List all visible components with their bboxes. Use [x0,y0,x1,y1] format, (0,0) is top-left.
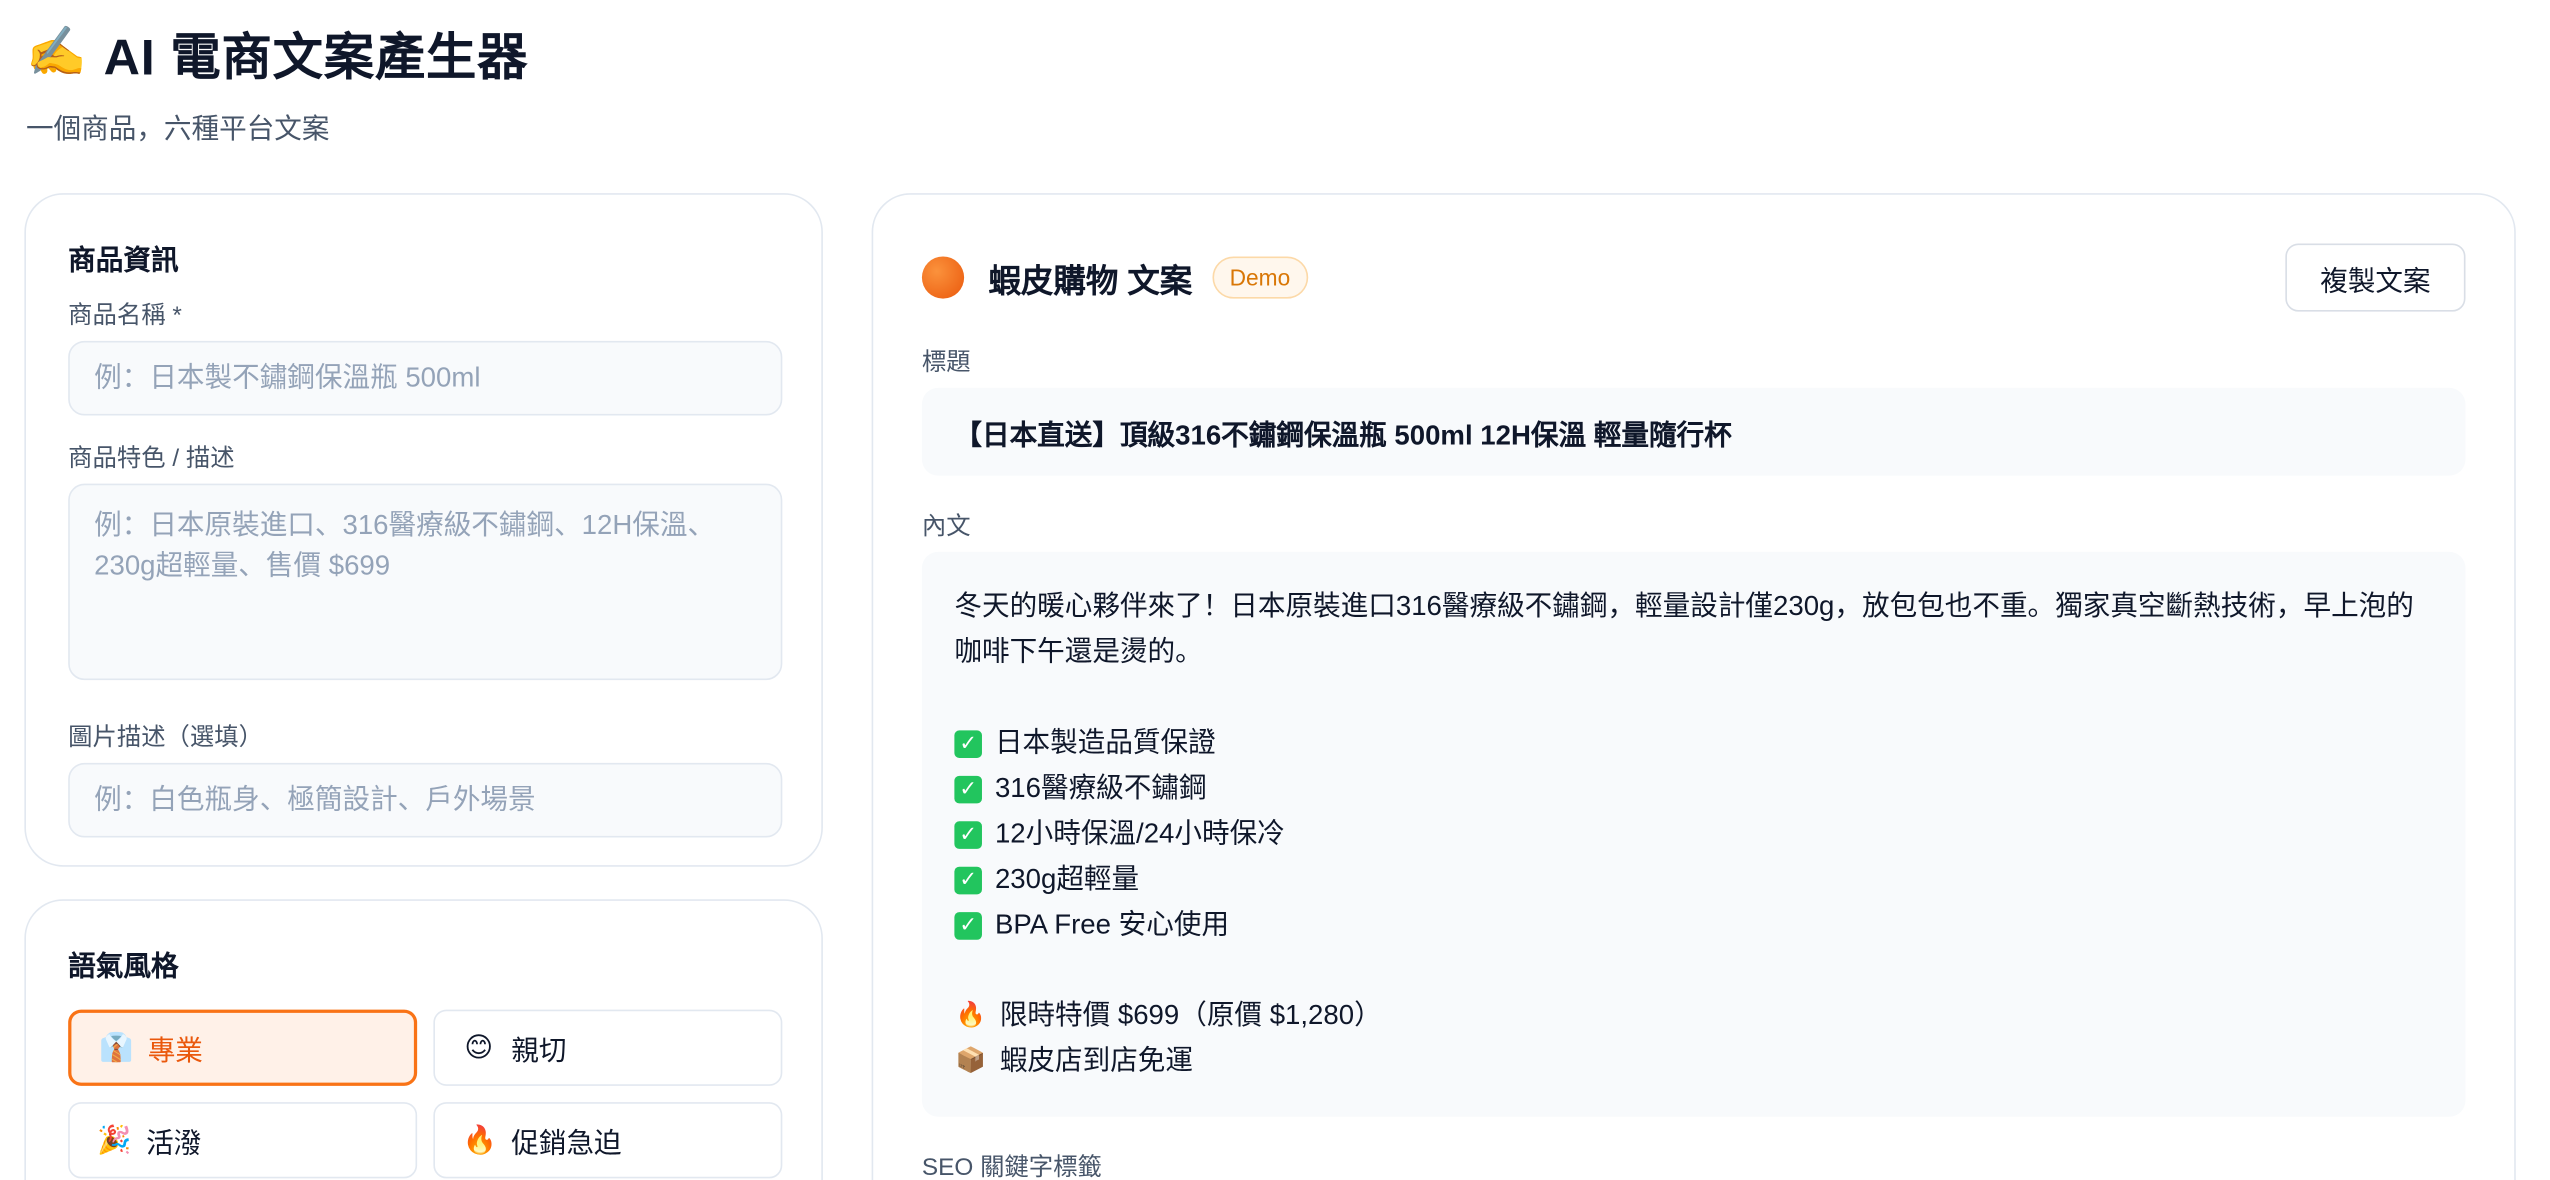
demo-badge: Demo [1211,256,1309,299]
checklist-text: 12小時保溫/24小時保冷 [994,818,1285,849]
checklist-text: BPA Free 安心使用 [994,908,1230,940]
result-title-label: 標題 [921,348,971,377]
seo-keywords-label: SEO 關鍵字標籤 [921,1154,1102,1180]
body-intro: 冬天的暖心夥伴來了！日本原裝進口316醫療級不鏽鋼，輕量設計僅230g，放包包也… [954,590,2414,668]
tone-option-label: 親切 [511,1035,567,1067]
tone-style-heading: 語氣風格 [68,951,179,982]
check-mark-icon: ✓ [954,775,982,803]
necktie-icon: 👔 [99,1031,134,1063]
shopee-platform-icon [921,256,965,299]
checklist-text: 316醫療級不鏽鋼 [994,772,1207,804]
tone-option-label: 專業 [147,1035,203,1067]
product-info-card: 商品資訊 商品名稱 * 商品特色 / 描述 圖片描述（選填） [24,193,823,867]
tone-option-label: 促銷急迫 [511,1128,622,1159]
tone-option-lively[interactable]: 🎉 活潑 [68,1102,418,1179]
image-description-label: 圖片描述（選填） [68,723,263,752]
app-title-text: AI 電商文案產生器 [103,29,529,87]
tone-style-card: 語氣風格 👔 專業 😊 親切 🎉 活潑 🔥 促銷急迫 [24,899,823,1180]
shipping-text: 蝦皮店到店免運 [999,1045,1193,1077]
result-platform-title: 蝦皮購物 文案 [988,263,1193,300]
checklist-item: ✓ BPA Free 安心使用 [954,902,2433,947]
page-title: ✍️ AI 電商文案產生器 [26,16,528,89]
result-header: 蝦皮購物 文案 Demo 複製文案 [921,243,2466,312]
check-mark-icon: ✓ [954,729,982,758]
result-body-box: 冬天的暖心夥伴來了！日本原裝進口316醫療級不鏽鋼，輕量設計僅230g，放包包也… [921,551,2466,1117]
tone-option-professional[interactable]: 👔 專業 [68,1009,418,1086]
price-line: 🔥 限時特價 $699（原價 $1,280） [954,993,2433,1038]
checklist-item: ✓ 12小時保溫/24小時保冷 [954,812,2433,857]
product-features-textarea[interactable] [68,483,783,681]
image-description-input[interactable] [68,762,783,838]
writing-hand-icon: ✍️ [25,25,88,80]
fire-icon: 🔥 [462,1123,497,1155]
result-body-label: 內文 [921,512,971,541]
fire-icon: 🔥 [955,1001,986,1030]
checklist-item: ✓ 230g超輕量 [954,857,2433,902]
price-text: 限時特價 $699（原價 $1,280） [999,999,1382,1031]
copy-copy-button[interactable]: 複製文案 [2285,243,2466,312]
page-subtitle: 一個商品，六種平台文案 [25,113,330,145]
party-popper-icon: 🎉 [97,1123,132,1155]
product-name-label: 商品名稱 * [68,301,182,330]
checklist-text: 日本製造品質保證 [994,727,1216,758]
app-header: ✍️ AI 電商文案產生器 一個商品，六種平台文案 [26,16,528,146]
checklist-item: ✓ 316醫療級不鏽鋼 [954,766,2433,811]
result-title-box: 【日本直送】頂級316不鏽鋼保溫瓶 500ml 12H保溫 輕量隨行杯 [921,387,2466,476]
package-icon: 📦 [955,1046,986,1075]
checklist-item: ✓ 日本製造品質保證 [954,721,2433,766]
result-card: 蝦皮購物 文案 Demo 複製文案 標題 【日本直送】頂級316不鏽鋼保溫瓶 5… [871,193,2516,1180]
shipping-line: 📦 蝦皮店到店免運 [954,1039,2433,1084]
product-name-input[interactable] [68,340,783,416]
tone-options: 👔 專業 😊 親切 🎉 活潑 🔥 促銷急迫 [68,1009,783,1179]
smile-icon: 😊 [464,1031,494,1063]
checklist-text: 230g超輕量 [994,863,1140,895]
product-info-heading: 商品資訊 [68,245,179,276]
check-mark-icon: ✓ [954,911,982,939]
tone-option-friendly[interactable]: 😊 親切 [433,1009,783,1086]
check-mark-icon: ✓ [954,865,982,894]
tone-option-label: 活潑 [146,1128,202,1159]
check-mark-icon: ✓ [954,820,982,849]
product-features-label: 商品特色 / 描述 [68,444,235,473]
tone-option-urgent-promo[interactable]: 🔥 促銷急迫 [433,1102,783,1179]
result-title-group: 蝦皮購物 文案 Demo [921,254,1309,301]
